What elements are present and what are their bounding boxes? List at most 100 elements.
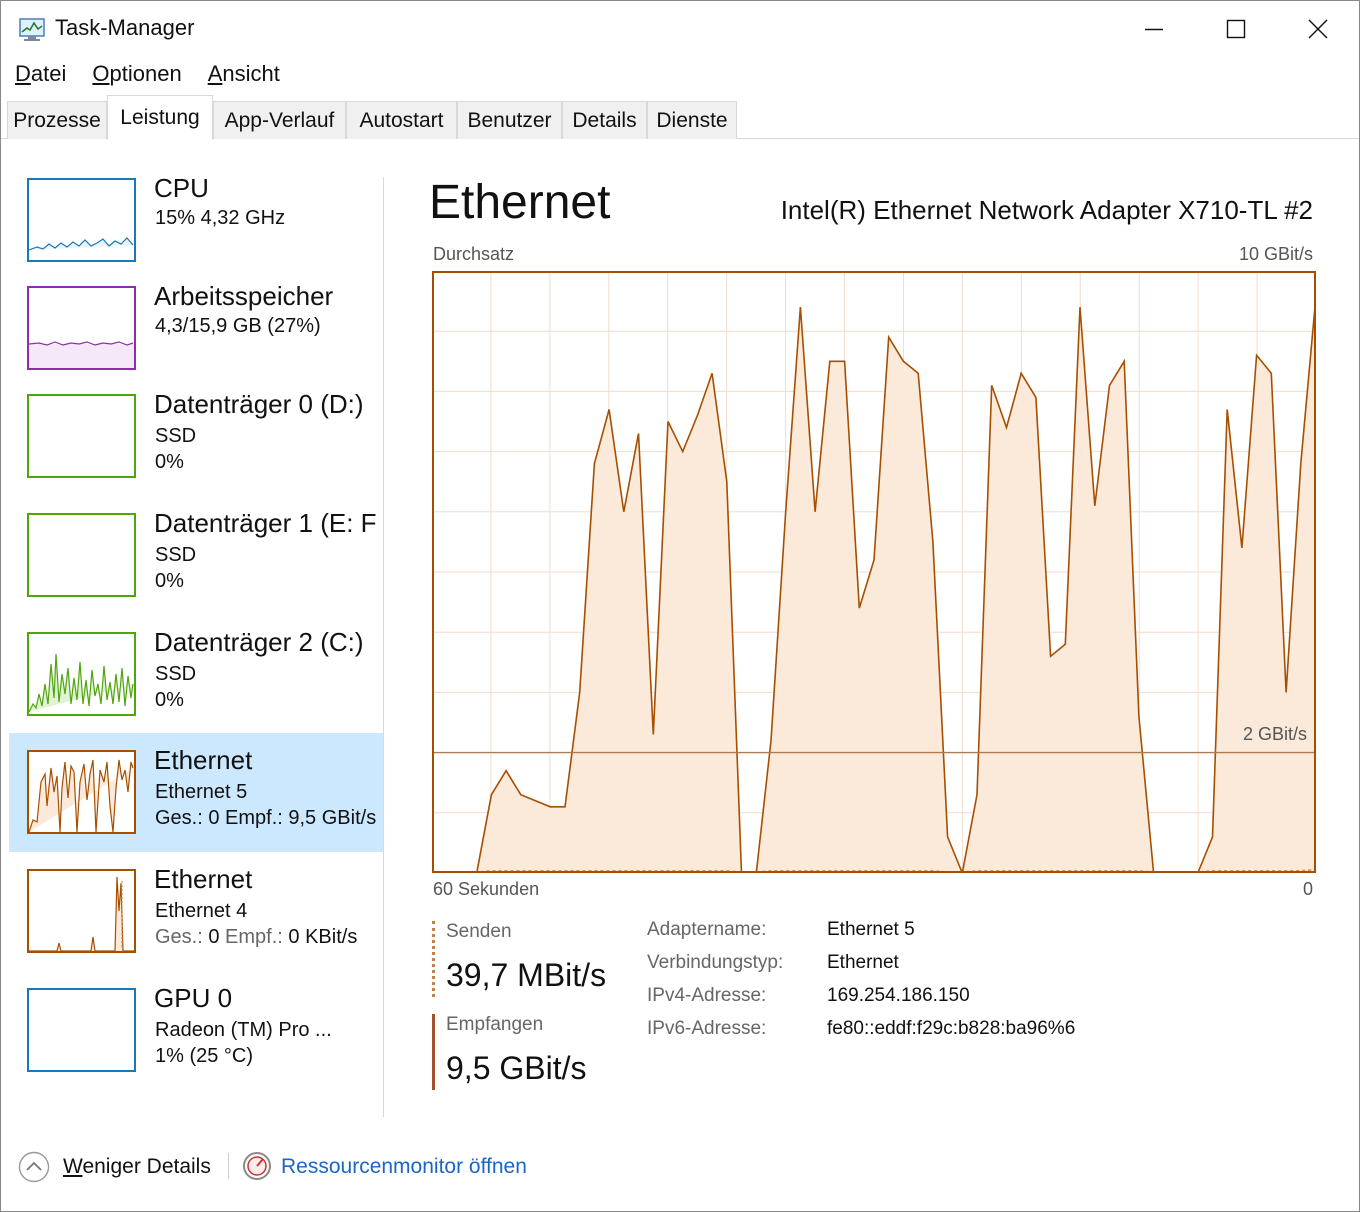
graph-time-end: 0	[1302, 879, 1313, 899]
sidebar-item-type: SSD	[155, 544, 197, 566]
open-resource-monitor-link[interactable]: Ressourcenmonitor öffnen	[281, 1155, 527, 1179]
recv-value: 0 KBit/s	[282, 926, 358, 948]
close-icon	[1308, 19, 1328, 39]
property-value: fe80::eddf:f29c:b828:ba96%6	[827, 1018, 1076, 1039]
minimize-button[interactable]	[1113, 1, 1195, 57]
throughput-graph	[432, 271, 1316, 873]
sidebar-item-ethernet-5[interactable]: Ethernet Ethernet 5 Ges.: 0 Empf.: 9,5 G…	[9, 733, 384, 852]
disk-0-thumbnail	[27, 394, 136, 478]
window-title: Task-Manager	[55, 15, 195, 40]
disk-2-thumbnail-graph	[29, 653, 134, 713]
sidebar-item-disk-1[interactable]: Datenträger 1 (E: F SSD 0%	[9, 496, 384, 615]
sidebar-item-gpu-0[interactable]: GPU 0 Radeon (TM) Pro ... 1% (25 °C)	[9, 971, 384, 1090]
tab-benutzer[interactable]: Benutzer	[457, 101, 562, 139]
fewer-details-label: eniger Details	[82, 1155, 211, 1178]
footer-bar: Weniger Details Ressourcenmonitor öffnen	[1, 1143, 1359, 1193]
receive-legend-marker	[432, 1014, 435, 1090]
property-row: IPv6-Adresse: fe80::eddf:f29c:b828:ba96%…	[647, 1018, 1347, 1050]
resource-list: CPU 15% 4,32 GHz Arbeitsspeicher 4,3/15,…	[1, 161, 385, 1121]
menu-ansicht[interactable]: Ansicht	[200, 57, 288, 93]
tab-details[interactable]: Details	[562, 101, 647, 139]
chevron-up-circle-icon[interactable]	[18, 1151, 50, 1183]
graph-max-label: 10 GBit/s	[1238, 244, 1313, 264]
sidebar-item-disk-0[interactable]: Datenträger 0 (D:) SSD 0%	[9, 377, 384, 496]
sidebar-item-adapter: Ethernet 4	[155, 900, 248, 922]
property-key: Adaptername:	[647, 919, 767, 940]
sidebar-item-detail: 15% 4,32 GHz	[155, 207, 286, 229]
sidebar-item-memory[interactable]: Arbeitsspeicher 4,3/15,9 GB (27%)	[9, 269, 384, 388]
property-row: Adaptername: Ethernet 5	[647, 919, 1347, 951]
sidebar-item-name: GPU 0	[154, 983, 233, 1013]
send-label: Senden	[446, 921, 512, 942]
menu-bar: Datei Optionen Ansicht	[1, 57, 298, 93]
gpu-0-thumbnail	[27, 988, 136, 1072]
disk-2-thumbnail	[27, 632, 136, 716]
menu-datei[interactable]: Datei	[7, 57, 74, 93]
title-bar[interactable]: Task-Manager	[1, 1, 1359, 57]
resource-monitor-icon[interactable]	[242, 1151, 272, 1181]
fewer-details-button[interactable]: Weniger Details	[63, 1155, 211, 1179]
sidebar-item-usage: 1% (25 °C)	[155, 1045, 254, 1067]
cpu-thumbnail	[27, 178, 136, 262]
property-row: Verbindungstyp: Ethernet	[647, 952, 1347, 984]
task-manager-window: Task-Manager Datei Optionen Ansicht Proz…	[0, 0, 1360, 1212]
sidebar-item-usage: 0%	[155, 451, 184, 473]
property-key: Verbindungstyp:	[647, 952, 784, 973]
ethernet-4-thumbnail	[27, 869, 136, 953]
fewer-details-accel: W	[63, 1155, 83, 1178]
tab-prozesse[interactable]: Prozesse	[7, 101, 107, 139]
sidebar-item-usage: 0%	[155, 689, 184, 711]
menu-datei-label: atei	[30, 61, 67, 86]
sidebar-item-name: Ethernet	[154, 864, 253, 894]
ethernet-5-thumbnail	[27, 750, 136, 834]
menu-optionen-label: ptionen	[109, 61, 182, 86]
adapter-model: Intel(R) Ethernet Network Adapter X710-T…	[780, 195, 1313, 225]
graph-label: Durchsatz	[433, 244, 515, 264]
maximize-icon	[1226, 19, 1246, 39]
receive-series-area	[432, 301, 1316, 873]
sidebar-item-usage: 0%	[155, 570, 184, 592]
sidebar-item-name: CPU	[154, 173, 209, 203]
recv-key: Empf.:	[225, 926, 283, 948]
sidebar-item-model: Radeon (TM) Pro ...	[155, 1019, 332, 1041]
page-title: Ethernet	[429, 176, 611, 229]
maximize-button[interactable]	[1195, 1, 1277, 57]
memory-thumbnail-graph	[29, 341, 134, 368]
sidebar-item-disk-2[interactable]: Datenträger 2 (C:) SSD 0%	[9, 615, 384, 734]
close-button[interactable]	[1277, 1, 1359, 57]
sidebar-item-throughput: Ges.: 0 Empf.: 9,5 GBit/s	[155, 807, 377, 829]
tab-bar: Prozesse Leistung App-Verlauf Autostart …	[1, 93, 1359, 140]
tab-app-verlauf[interactable]: App-Verlauf	[213, 101, 346, 139]
minimize-icon	[1145, 28, 1163, 31]
ethernet-4-thumbnail-graph	[29, 876, 134, 951]
send-value: 0	[202, 926, 226, 948]
tab-autostart[interactable]: Autostart	[346, 101, 457, 139]
property-value: 169.254.186.150	[827, 985, 970, 1006]
receive-label: Empfangen	[446, 1014, 544, 1035]
sidebar-item-type: SSD	[155, 425, 197, 447]
menu-optionen[interactable]: Optionen	[84, 57, 189, 93]
graph-time-span: 60 Sekunden	[433, 879, 540, 899]
tab-dienste[interactable]: Dienste	[647, 101, 737, 139]
property-key: IPv4-Adresse:	[647, 985, 767, 1006]
send-key: Ges.:	[155, 926, 203, 948]
sidebar-item-name: Ethernet	[154, 745, 253, 775]
sidebar-item-name: Datenträger 2 (C:)	[154, 627, 364, 657]
sidebar-item-name: Datenträger 0 (D:)	[154, 389, 364, 419]
property-key: IPv6-Adresse:	[647, 1018, 767, 1039]
sidebar-item-name: Arbeitsspeicher	[154, 281, 334, 311]
menu-datei-accel: D	[15, 61, 31, 86]
tab-leistung[interactable]: Leistung	[107, 95, 213, 140]
throughput-chart	[432, 271, 1316, 873]
property-row: IPv4-Adresse: 169.254.186.150	[647, 985, 1347, 1017]
send-legend-marker	[432, 921, 435, 997]
sidebar-item-ethernet-4[interactable]: Ethernet Ethernet 4 Ges.: 0 Empf.: 0 KBi…	[9, 852, 384, 971]
sidebar-item-cpu[interactable]: CPU 15% 4,32 GHz	[9, 161, 384, 280]
cpu-thumbnail-graph	[29, 237, 134, 251]
sidebar-item-name: Datenträger 1 (E: F	[154, 508, 377, 538]
memory-thumbnail	[27, 286, 136, 370]
sidebar-item-detail: 4,3/15,9 GB (27%)	[155, 315, 321, 337]
menu-ansicht-label: nsicht	[222, 61, 280, 86]
property-value: Ethernet	[827, 952, 899, 973]
footer-separator	[228, 1153, 229, 1179]
